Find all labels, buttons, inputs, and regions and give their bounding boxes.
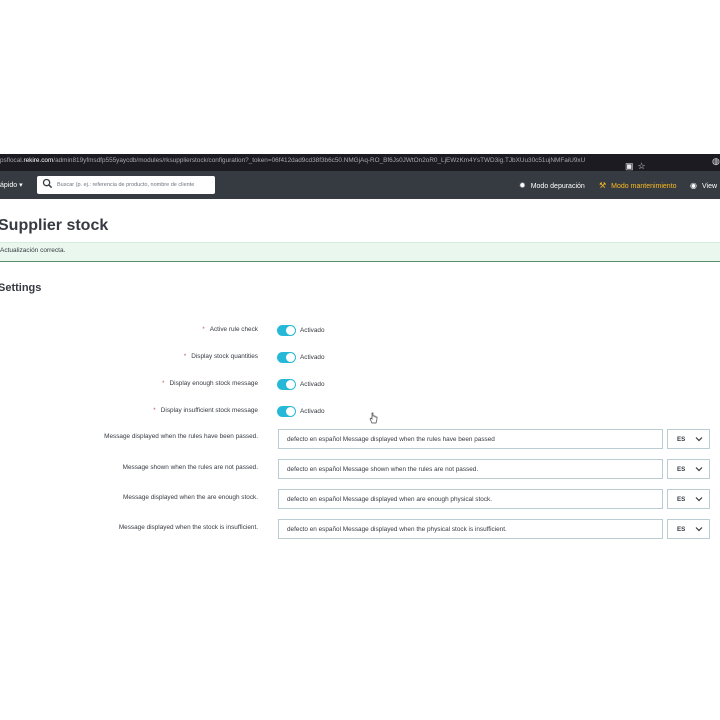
bug-icon: ✹ (519, 181, 526, 190)
switch-state-label: Activado (300, 354, 325, 361)
search-placeholder: Buscar (p. ej.: referencia de producto, … (57, 182, 195, 188)
switch-state-label: Activado (300, 381, 325, 388)
switch-state-label: Activado (300, 327, 325, 334)
eye-icon: ◉ (690, 181, 697, 190)
toggle-label-display-insufficient-stock-message: * Display insufficient stock message (153, 407, 258, 414)
success-alert: Actualización correcta. (0, 242, 720, 262)
language-select[interactable]: ES (667, 459, 710, 479)
hand-cursor-icon (369, 412, 378, 424)
switch-knob (286, 380, 295, 389)
language-code: ES (677, 526, 686, 533)
active-rule-check-switch[interactable] (277, 325, 296, 336)
message-enough-stock-input[interactable] (279, 490, 662, 508)
header-search[interactable]: Buscar (p. ej.: referencia de producto, … (37, 176, 215, 194)
message-insufficient-stock-field[interactable] (278, 519, 663, 539)
chevron-down-icon (695, 497, 703, 502)
language-code: ES (677, 466, 686, 473)
display-stock-quantities-switch[interactable] (277, 352, 296, 363)
browser-url-bar[interactable]: psflocal.rekire.com/admin819yfmsdfp555ya… (0, 154, 720, 171)
alert-text: Actualización correcta. (0, 247, 66, 254)
switch-knob (286, 407, 295, 416)
toggle-label-active-rule-check: * Active rule check (202, 326, 258, 333)
debug-mode-link[interactable]: ✹ Modo depuración (519, 181, 585, 190)
message-rules-not-passed-field[interactable] (278, 459, 663, 479)
switch-knob (286, 326, 295, 335)
admin-header: ápido ▾ Buscar (p. ej.: referencia de pr… (0, 171, 720, 199)
section-title: Settings (0, 282, 42, 294)
display-enough-stock-message-switch[interactable] (277, 379, 296, 390)
url-actions: ▣ ☆ (625, 156, 655, 171)
message-label-insufficient-stock: Message displayed when the stock is insu… (118, 524, 258, 531)
language-code: ES (677, 496, 686, 503)
chevron-down-icon (695, 467, 703, 472)
message-rules-not-passed-input[interactable] (279, 460, 662, 478)
maintenance-mode-link[interactable]: ⚒ Modo mantenimiento (599, 181, 677, 190)
language-select[interactable]: ES (667, 429, 710, 449)
language-select[interactable]: ES (667, 489, 710, 509)
switch-state-label: Activado (300, 408, 325, 415)
url-text[interactable]: psflocal.rekire.com/admin819yfmsdfp555ya… (0, 157, 620, 164)
search-icon (42, 178, 53, 189)
message-enough-stock-field[interactable] (278, 489, 663, 509)
message-label-rules-passed: Message displayed when the rules have be… (104, 433, 258, 440)
language-code: ES (677, 436, 686, 443)
extension-icon[interactable]: ◍ (712, 156, 720, 167)
language-select[interactable]: ES (667, 519, 710, 539)
caret-down-icon: ▾ (19, 182, 23, 189)
page-title: Supplier stock (0, 217, 109, 234)
wrench-icon: ⚒ (599, 181, 607, 190)
view-shop-link[interactable]: ◉ View (690, 181, 717, 190)
message-label-rules-not-passed: Message shown when the rules are not pas… (122, 464, 258, 471)
message-rules-passed-field[interactable] (278, 429, 663, 449)
toggle-label-display-stock-quantities: * Display stock quantities (183, 353, 258, 360)
message-label-enough-stock: Message displayed when the are enough st… (123, 494, 258, 501)
display-insufficient-stock-message-switch[interactable] (277, 406, 296, 417)
message-rules-passed-input[interactable] (279, 430, 662, 448)
switch-knob (286, 353, 295, 362)
chevron-down-icon (695, 437, 703, 442)
message-insufficient-stock-input[interactable] (279, 520, 662, 538)
quick-access-menu[interactable]: ápido ▾ (0, 181, 23, 189)
toggle-label-display-enough-stock-message: * Display enough stock message (162, 380, 258, 387)
chevron-down-icon (695, 527, 703, 532)
